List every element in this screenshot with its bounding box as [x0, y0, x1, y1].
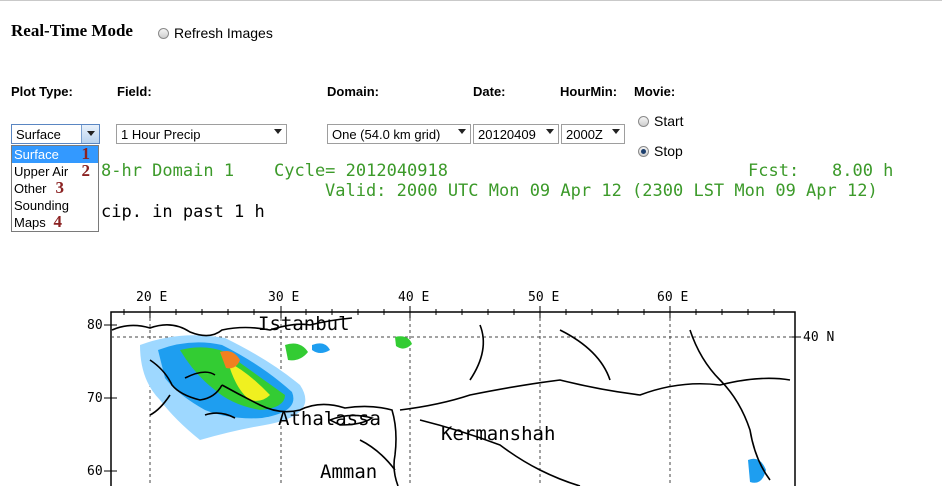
lon-label-20e: 20 E	[136, 290, 167, 305]
option-upper-air[interactable]: Upper Air 2	[12, 161, 98, 180]
city-istanbul: Istanbul	[258, 313, 350, 335]
annotation-number: 3	[55, 178, 65, 197]
lon-label-30e: 30 E	[268, 290, 299, 305]
lat-label-60: 60	[87, 464, 103, 479]
lon-label-60e: 60 E	[657, 290, 688, 305]
city-athalassa: Athalassa	[278, 408, 381, 430]
annotation-number: 4	[53, 212, 63, 231]
lat-label-70: 70	[87, 391, 103, 406]
annotation-number: 2	[81, 161, 91, 180]
annotation-number: 1	[81, 144, 91, 163]
lon-label-40e: 40 E	[398, 290, 429, 305]
lat-label-80: 80	[87, 318, 103, 333]
option-other[interactable]: Other 3	[12, 178, 98, 197]
option-maps[interactable]: Maps 4	[12, 212, 98, 231]
weather-map: 20 E 30 E 40 E 50 E 60 E 80 70 60 40 N I…	[87, 290, 834, 486]
city-kermanshah: Kermanshah	[441, 423, 555, 445]
precip-shading	[140, 335, 766, 483]
plot-type-dropdown-list[interactable]: Surface 1 Upper Air 2 Other 3 Sounding Maps…	[11, 145, 99, 232]
lat-label-40n: 40 N	[803, 330, 834, 345]
city-amman: Amman	[320, 461, 377, 483]
lon-label-50e: 50 E	[528, 290, 559, 305]
